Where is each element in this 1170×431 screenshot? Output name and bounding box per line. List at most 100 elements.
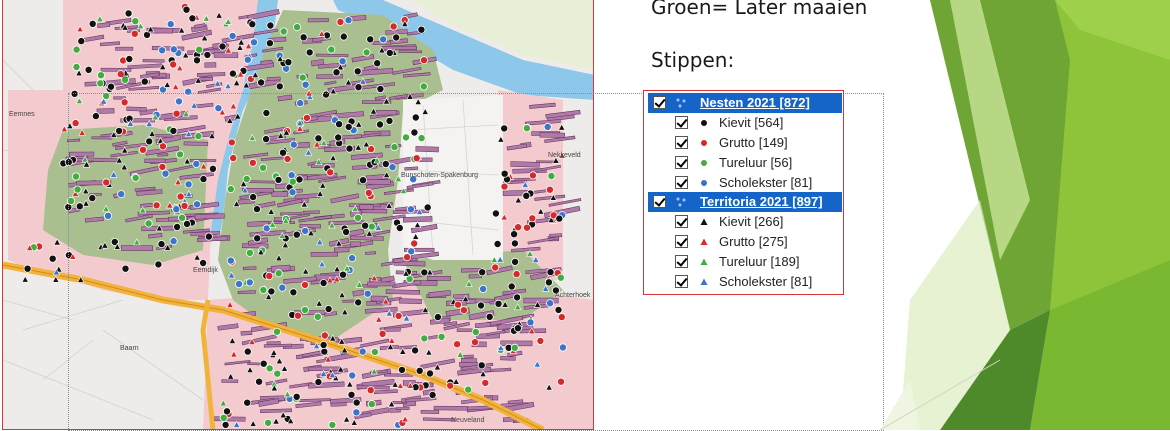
nest-dot	[284, 58, 293, 67]
legend-item-kievit-territory[interactable]: Kievit [266]	[644, 212, 843, 232]
blue-triangle-icon	[700, 278, 708, 285]
triangles-layer-icon	[676, 197, 686, 207]
nest-dot	[166, 20, 175, 29]
mowing-plot	[115, 46, 134, 51]
legend-item-label: Scholekster [81]	[719, 274, 813, 289]
nest-dot	[169, 60, 178, 69]
legend-item-label: Tureluur [56]	[719, 155, 793, 170]
checkbox[interactable]	[675, 235, 688, 248]
nest-dot	[218, 42, 227, 51]
legend-item-tureluur-nest[interactable]: Tureluur [56]	[644, 153, 843, 173]
nest-dot	[195, 45, 204, 54]
checkbox[interactable]	[675, 255, 688, 268]
mowing-plot	[382, 45, 417, 51]
nest-dot	[77, 37, 86, 46]
legend-item-grutto-nest[interactable]: Grutto [149]	[644, 133, 843, 153]
legend-item-label: Kievit [564]	[719, 115, 784, 130]
nest-dot	[305, 48, 314, 57]
checkbox[interactable]	[653, 96, 666, 109]
nest-dot	[243, 55, 252, 64]
nest-dot	[257, 78, 266, 87]
mowing-plot	[213, 52, 239, 58]
nest-dot	[362, 48, 371, 57]
legend-item-label: Grutto [149]	[719, 135, 788, 150]
red-triangle-icon	[700, 238, 708, 245]
nest-dot	[275, 82, 284, 91]
nest-dot	[265, 39, 274, 48]
blue-dot-icon	[701, 180, 707, 186]
nest-dot	[96, 79, 105, 88]
nest-dot	[23, 264, 32, 273]
nest-dot	[84, 65, 93, 74]
nest-dot	[72, 45, 81, 54]
nest-dot	[338, 57, 347, 66]
nest-dot	[140, 77, 149, 86]
nest-dot	[293, 23, 302, 32]
checkbox[interactable]	[675, 116, 688, 129]
nest-dot	[366, 35, 375, 44]
mowing-plot	[204, 62, 217, 68]
nest-dot	[48, 254, 57, 263]
nest-dot	[169, 45, 178, 54]
black-triangle-icon	[700, 218, 708, 225]
heading-green-later-mowing: Groen= Later maaien	[651, 0, 868, 19]
nest-dot	[379, 35, 388, 44]
nest-dot	[339, 32, 348, 41]
nest-dot	[125, 55, 134, 64]
legend-group-label: Nesten 2021 [872]	[700, 95, 810, 110]
nest-dot	[336, 17, 345, 26]
legend-group-nesten[interactable]: Nesten 2021 [872]	[648, 93, 842, 113]
nest-dot	[301, 80, 310, 89]
nest-dot	[389, 22, 398, 31]
dots-layer-icon	[676, 98, 686, 108]
legend-item-scholekster-territory[interactable]: Scholekster [81]	[644, 272, 843, 292]
legend-item-label: Kievit [266]	[719, 214, 784, 229]
nest-dot	[158, 46, 167, 55]
nest-dot	[299, 33, 308, 42]
legend-item-grutto-territory[interactable]: Grutto [275]	[644, 232, 843, 252]
checkbox[interactable]	[675, 156, 688, 169]
nest-dot	[249, 38, 258, 47]
layer-legend: Nesten 2021 [872] Kievit [564] Grutto [1…	[643, 90, 844, 295]
legend-item-tureluur-territory[interactable]: Tureluur [189]	[644, 252, 843, 272]
nest-dot	[188, 14, 197, 23]
nest-dot	[203, 50, 212, 59]
heading-dots: Stippen:	[651, 48, 735, 72]
nest-dot	[332, 68, 341, 77]
nest-dot	[392, 33, 401, 42]
legend-group-territoria[interactable]: Territoria 2021 [897]	[648, 192, 842, 212]
black-dot-icon	[701, 120, 707, 126]
legend-item-kievit-nest[interactable]: Kievit [564]	[644, 113, 843, 133]
legend-item-label: Scholekster [81]	[719, 175, 813, 190]
nest-dot	[373, 59, 382, 68]
checkbox[interactable]	[675, 176, 688, 189]
legend-item-label: Grutto [275]	[719, 234, 788, 249]
nest-dot	[298, 73, 307, 82]
nest-dot	[385, 48, 394, 57]
mowing-plot	[398, 50, 422, 54]
nest-dot	[248, 20, 257, 29]
nest-dot	[353, 67, 362, 76]
nest-dot	[279, 27, 288, 36]
nest-dot	[354, 83, 363, 92]
legend-item-scholekster-nest[interactable]: Scholekster [81]	[644, 173, 843, 193]
checkbox[interactable]	[675, 275, 688, 288]
nest-dot	[97, 71, 106, 80]
checkbox[interactable]	[675, 215, 688, 228]
mowing-plot	[199, 77, 213, 81]
nest-dot	[417, 25, 426, 34]
nest-dot	[419, 82, 428, 91]
nest-dot	[376, 85, 385, 94]
nest-dot	[182, 5, 191, 14]
checkbox[interactable]	[675, 136, 688, 149]
nest-dot	[142, 30, 151, 39]
nest-dot	[192, 56, 201, 65]
nest-dot	[124, 9, 133, 18]
place-label: Eemnes	[9, 111, 35, 118]
nest-dot	[107, 82, 116, 91]
mowing-plot	[307, 18, 329, 23]
checkbox[interactable]	[653, 195, 666, 208]
mowing-plot	[142, 59, 165, 63]
nest-dot	[131, 17, 140, 26]
nest-dot	[88, 19, 97, 28]
